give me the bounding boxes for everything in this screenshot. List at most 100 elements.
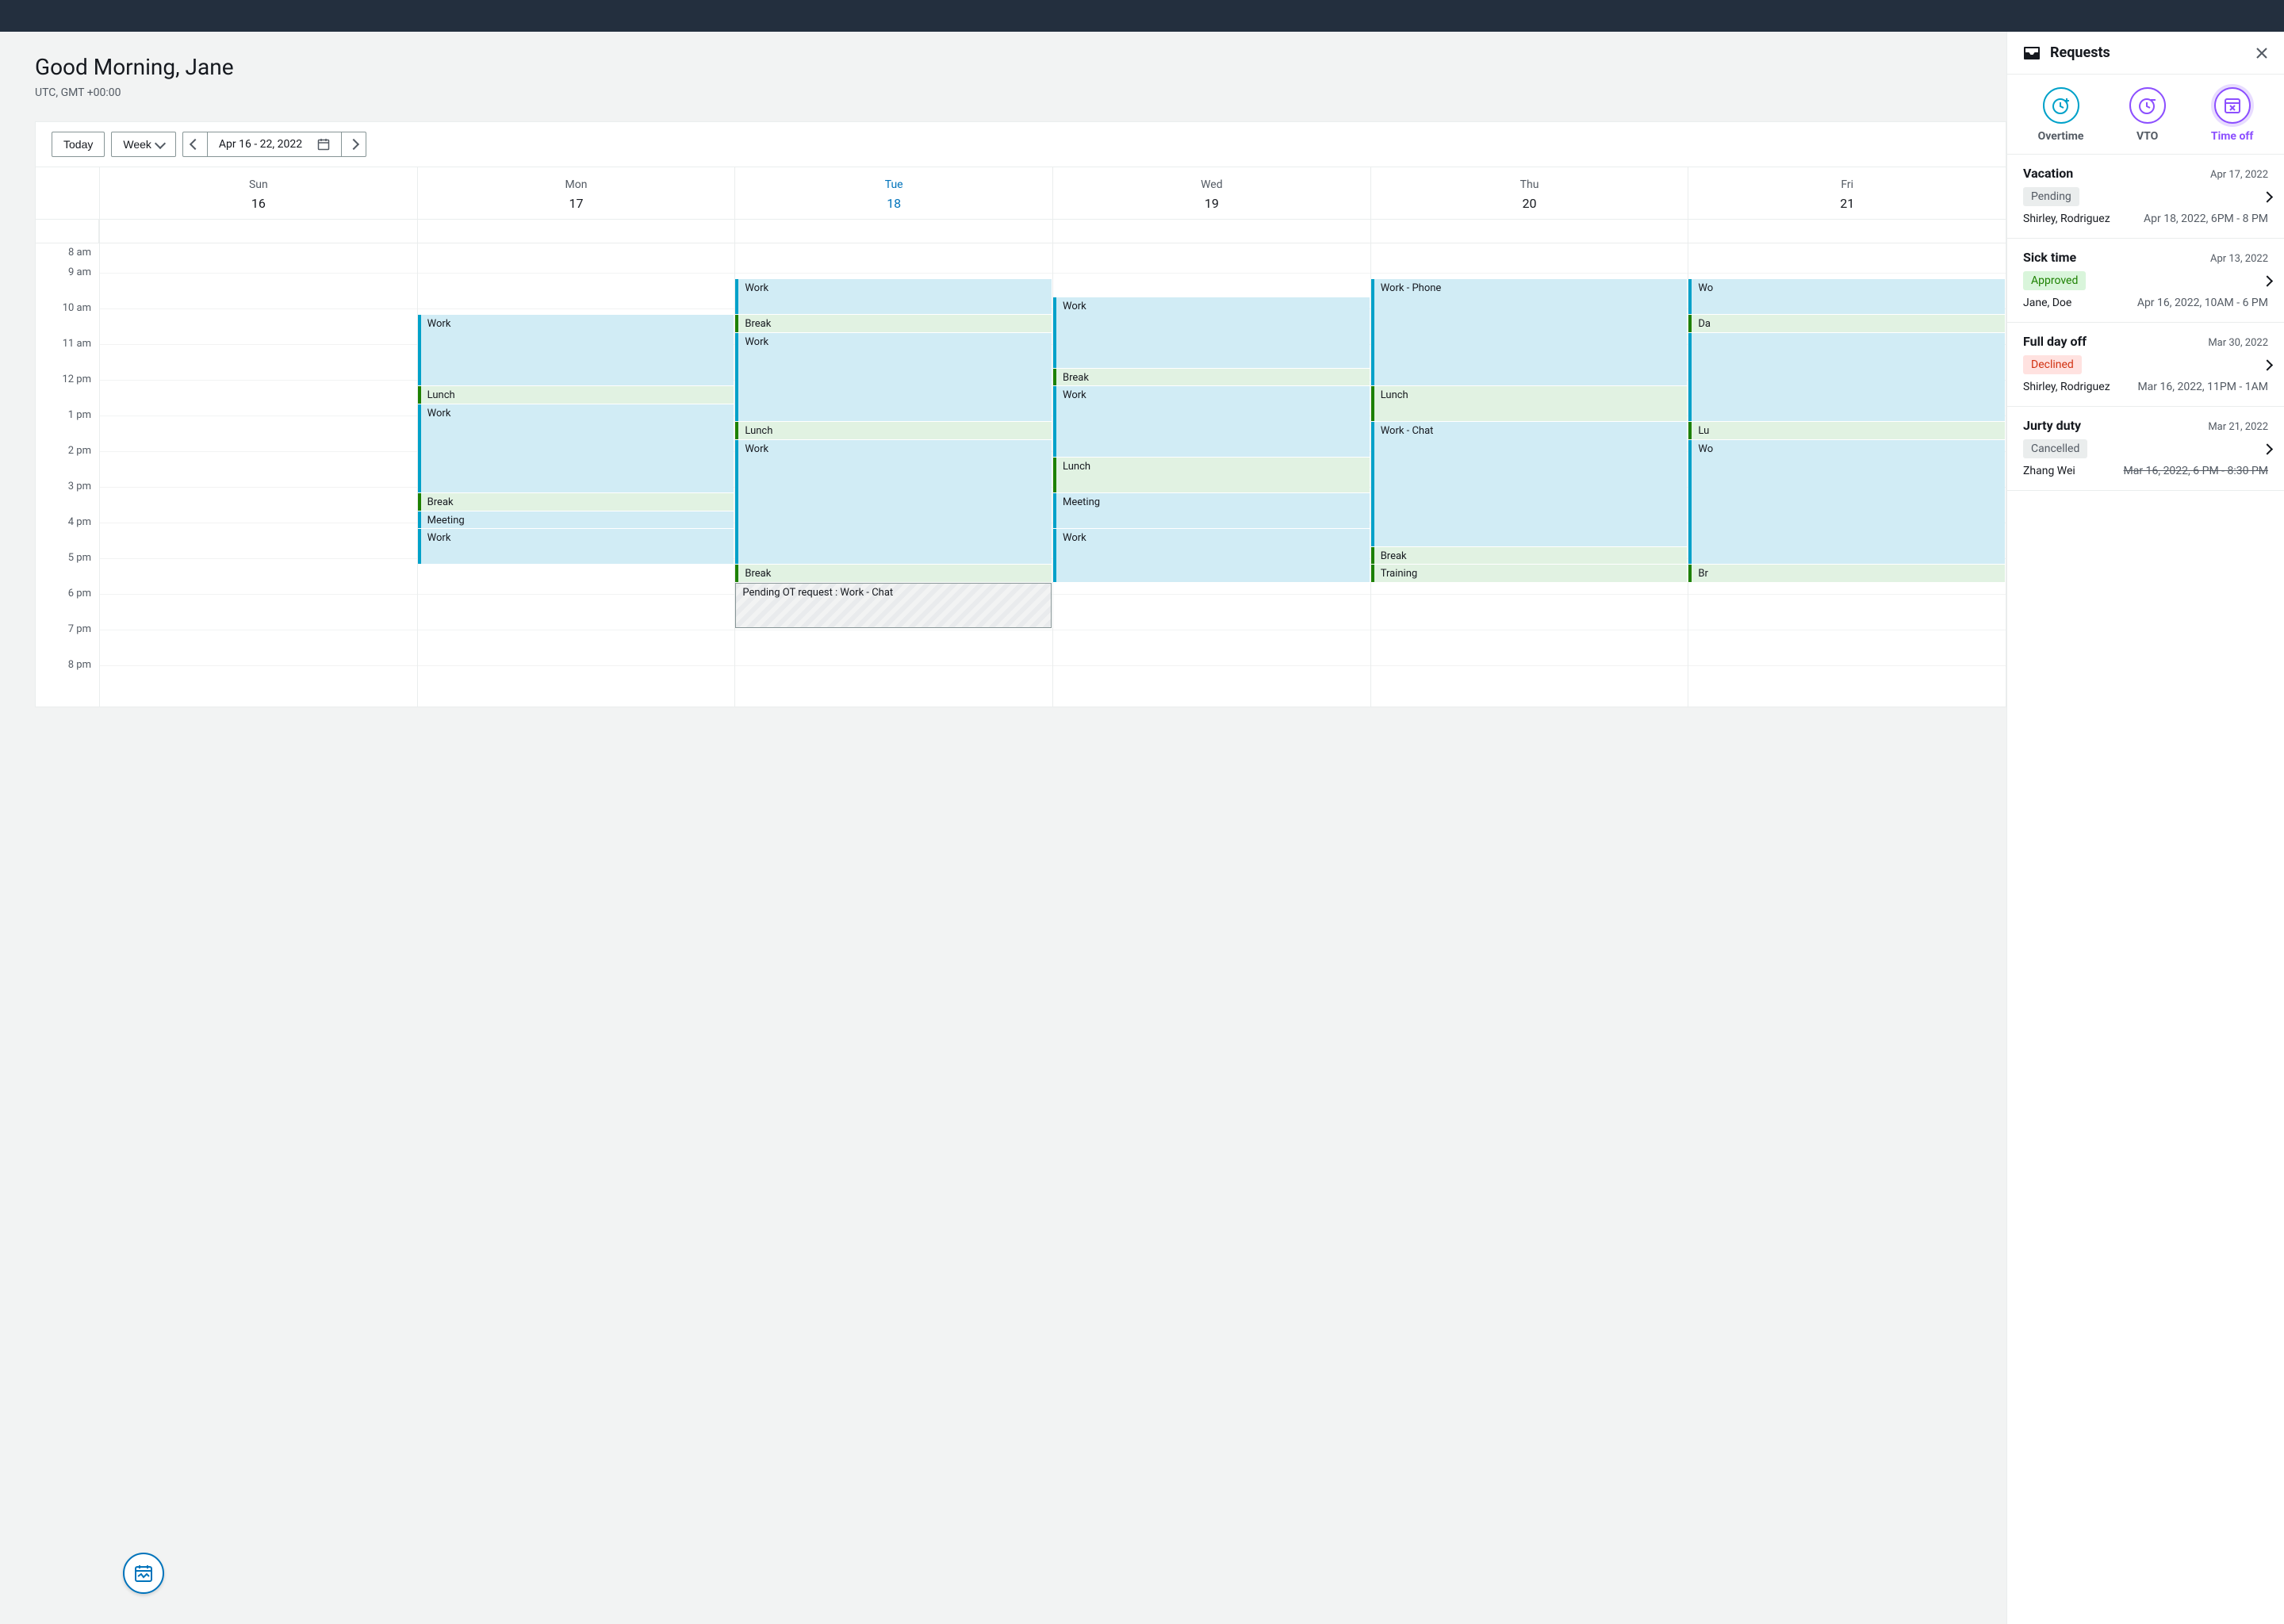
request-person: Shirley, Rodriguez — [2023, 381, 2110, 393]
today-button[interactable]: Today — [52, 132, 105, 157]
request-item[interactable]: Jurty dutyMar 21, 2022CancelledZhang Wei… — [2007, 407, 2284, 491]
calendar-event[interactable]: Br — [1688, 565, 2005, 582]
timezone-label: UTC, GMT +00:00 — [35, 86, 2006, 99]
request-date: Apr 17, 2022 — [2210, 169, 2268, 181]
date-range-display[interactable]: Apr 16 - 22, 2022 — [207, 132, 342, 157]
calendar-event[interactable]: Break — [735, 565, 1052, 582]
calendar-grid: 8 am9 am10 am11 am12 pm1 pm2 pm3 pm4 pm5… — [36, 243, 2006, 707]
calendar-event[interactable]: Meeting — [418, 511, 734, 529]
day-number: 20 — [1371, 196, 1688, 211]
day-header-wed[interactable]: Wed 19 — [1052, 167, 1370, 219]
calendar-event[interactable]: Pending OT request : Work - Chat — [735, 583, 1052, 629]
chevron-right-icon — [2263, 273, 2271, 288]
request-time: Apr 16, 2022, 10AM - 6 PM — [2137, 297, 2268, 309]
calendar-event[interactable]: Work — [1053, 386, 1370, 457]
calendar-icon — [317, 138, 330, 151]
calendar-event[interactable]: Work — [418, 404, 734, 493]
inbox-icon — [2023, 46, 2041, 60]
day-header-sun[interactable]: Sun16 — [99, 167, 417, 219]
day-number: 17 — [418, 196, 735, 211]
day-column-fri: WoDaLuWoBr — [1688, 243, 2006, 707]
request-person: Zhang Wei — [2023, 465, 2075, 477]
calendar-event[interactable]: Break — [1053, 369, 1370, 386]
close-button[interactable] — [2255, 47, 2268, 59]
status-badge: Pending — [2023, 187, 2079, 206]
request-tab-time-off[interactable]: Time off — [2211, 87, 2253, 143]
request-tab-overtime[interactable]: Overtime — [2038, 87, 2084, 143]
calendar-event[interactable]: Work - Chat — [1371, 422, 1688, 546]
day-name: Wed — [1053, 178, 1370, 191]
calendar-event[interactable]: Meeting — [1053, 493, 1370, 528]
calendar-event[interactable]: Work — [418, 529, 734, 564]
calendar-event[interactable]: Break — [1371, 547, 1688, 565]
day-number: 18 — [735, 196, 1052, 211]
calendar-event[interactable]: Work — [1053, 297, 1370, 368]
requests-panel: Requests OvertimeVTOTime off VacationApr… — [2006, 32, 2284, 1624]
allday-row — [36, 219, 2006, 243]
next-button[interactable] — [341, 132, 366, 157]
day-header-thu[interactable]: Thu 20 — [1370, 167, 1688, 219]
hour-label: 11 am — [36, 338, 99, 373]
calendar-event[interactable]: Work - Phone — [1371, 279, 1688, 385]
page-greeting: Good Morning, Jane — [35, 54, 2006, 80]
day-name: Fri — [1688, 178, 2006, 191]
calendar-event[interactable]: Work — [735, 333, 1052, 422]
hour-label: 8 pm — [36, 659, 99, 695]
calendar-event[interactable]: Wo — [1688, 279, 2005, 314]
calendar-event[interactable]: Training — [1371, 565, 1688, 582]
request-list: VacationApr 17, 2022PendingShirley, Rodr… — [2007, 155, 2284, 491]
calendar-event[interactable]: Work — [735, 440, 1052, 565]
calendar-event[interactable]: Lunch — [735, 422, 1052, 439]
prev-button[interactable] — [182, 132, 208, 157]
panel-header: Requests — [2007, 32, 2284, 75]
calendar-event[interactable]: Da — [1688, 315, 2005, 332]
day-column-thu: Work - PhoneLunchWork - ChatBreakTrainin… — [1370, 243, 1688, 707]
day-header-tue[interactable]: Tue18 — [734, 167, 1052, 219]
request-time: Mar 16, 2022, 6 PM - 8:30 PM — [2124, 465, 2268, 477]
day-column-tue: WorkBreakWorkLunchWorkBreakPending OT re… — [734, 243, 1052, 707]
request-tab-label: VTO — [2136, 130, 2158, 143]
hour-label: 9 am — [36, 266, 99, 302]
request-item[interactable]: Full day offMar 30, 2022DeclinedShirley,… — [2007, 323, 2284, 407]
status-badge: Cancelled — [2023, 439, 2087, 458]
day-number: 19 — [1053, 196, 1370, 211]
view-selector[interactable]: Week — [111, 132, 176, 157]
calendar-event[interactable]: Lunch — [1371, 386, 1688, 421]
chevron-right-icon — [348, 139, 359, 150]
floating-action-button[interactable] — [123, 1553, 164, 1594]
calendar-event[interactable]: Break — [418, 493, 734, 511]
calendar-activity-icon — [133, 1563, 154, 1584]
cal-x-icon — [2214, 87, 2251, 124]
request-title: Full day off — [2023, 334, 2087, 349]
calendar-event[interactable]: Work — [1053, 529, 1370, 582]
hour-label: 7 pm — [36, 623, 99, 659]
day-number: 21 — [1688, 196, 2006, 211]
status-badge: Approved — [2023, 271, 2086, 290]
day-column-mon: WorkLunchWorkBreakMeetingWork — [417, 243, 735, 707]
calendar-event[interactable]: Work — [418, 315, 734, 385]
chevron-down-icon — [155, 137, 166, 148]
day-header-mon[interactable]: Mon17 — [417, 167, 735, 219]
hour-label: 5 pm — [36, 552, 99, 588]
date-range-text: Apr 16 - 22, 2022 — [219, 138, 312, 151]
request-item[interactable]: VacationApr 17, 2022PendingShirley, Rodr… — [2007, 155, 2284, 239]
calendar-event[interactable]: Lunch — [1053, 458, 1370, 492]
calendar-event[interactable]: Lunch — [418, 386, 734, 404]
hour-label: 6 pm — [36, 588, 99, 623]
chevron-right-icon — [2263, 189, 2271, 204]
day-header-fri[interactable]: Fri 21 — [1688, 167, 2006, 219]
hour-label: 2 pm — [36, 445, 99, 481]
request-person: Shirley, Rodriguez — [2023, 213, 2110, 225]
day-name: Thu — [1371, 178, 1688, 191]
request-item[interactable]: Sick timeApr 13, 2022ApprovedJane, DoeAp… — [2007, 239, 2284, 323]
request-tab-vto[interactable]: VTO — [2129, 87, 2166, 143]
close-icon — [2255, 47, 2268, 59]
calendar-event[interactable]: Lu — [1688, 422, 2005, 439]
request-tab-label: Time off — [2211, 130, 2253, 143]
hour-label: 10 am — [36, 302, 99, 338]
calendar-event[interactable]: Work — [735, 279, 1052, 314]
calendar-event[interactable] — [1688, 333, 2005, 422]
calendar-event[interactable]: Break — [735, 315, 1052, 332]
status-badge: Declined — [2023, 355, 2082, 374]
calendar-event[interactable]: Wo — [1688, 440, 2005, 565]
